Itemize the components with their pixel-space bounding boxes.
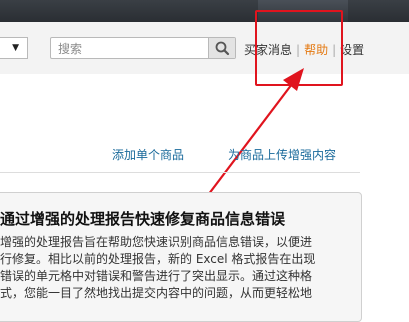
- add-single-product-link[interactable]: 添加单个商品: [112, 146, 184, 163]
- panel-text-line: 式，您能一目了然地找出提交内容中的问题，从而更轻松地: [0, 286, 313, 300]
- panel-text-line: 行修复。相比以前的处理报告，新的 Excel 格式报告在出现: [0, 252, 316, 266]
- panel-title: 通过增强的处理报告快速修复商品信息错误: [0, 210, 286, 228]
- upload-enhanced-content-link[interactable]: 为商品上传增强内容: [228, 146, 336, 163]
- panel-text-line: 错误的单元格中对错误和警告进行了突出显示。通过这种格: [0, 269, 313, 283]
- section-divider: [0, 172, 360, 173]
- panel-text-line: 增强的处理报告旨在帮助您快速识别商品信息错误，以便进: [0, 235, 313, 249]
- panel-body: 增强的处理报告旨在帮助您快速识别商品信息错误，以便进 行修复。相比以前的处理报告…: [0, 234, 362, 302]
